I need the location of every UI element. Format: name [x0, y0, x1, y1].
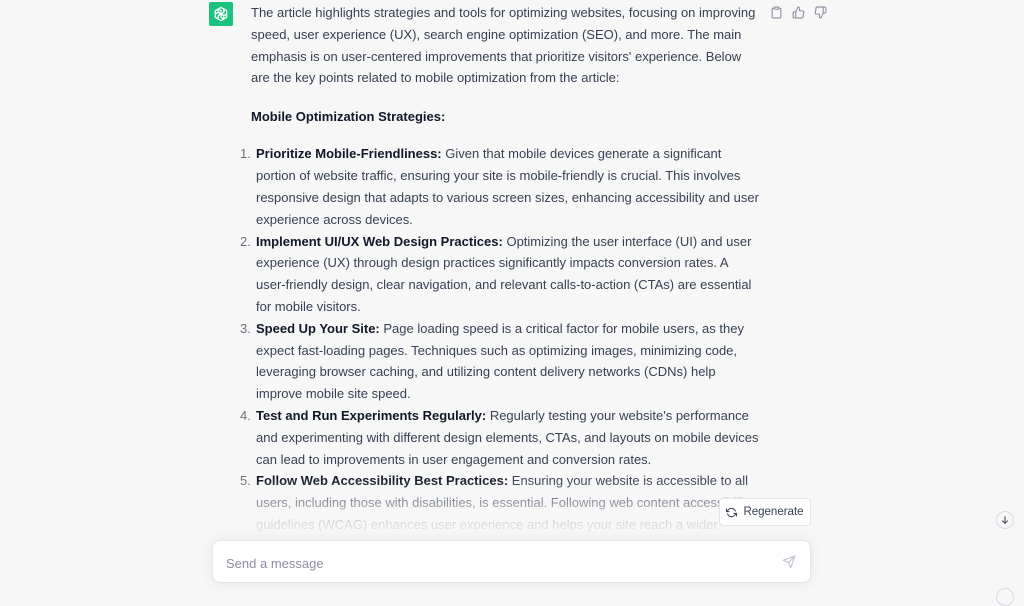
list-number: 3.	[240, 320, 251, 336]
clipboard-icon	[771, 6, 781, 18]
list-number: 4.	[240, 408, 251, 424]
list-item: 1. Prioritize Mobile-Friendliness: Given…	[240, 143, 761, 230]
composer	[212, 540, 811, 583]
copy-button[interactable]	[768, 4, 784, 20]
thumbs-down-icon	[814, 6, 826, 18]
list-item: 3. Speed Up Your Site: Page loading spee…	[240, 318, 761, 405]
assistant-message: The article highlights strategies and to…	[240, 2, 761, 558]
list-item-title: Implement UI/UX Web Design Practices:	[256, 233, 503, 249]
list-item-title: Test and Run Experiments Regularly:	[256, 408, 487, 424]
list-item: 4. Test and Run Experiments Regularly: R…	[240, 405, 761, 470]
send-button[interactable]	[781, 554, 797, 570]
message-input[interactable]	[224, 552, 768, 574]
list-item-title: Speed Up Your Site:	[256, 320, 380, 336]
help-button[interactable]	[996, 588, 1014, 606]
regenerate-button[interactable]: Regenerate	[719, 498, 811, 526]
like-button[interactable]	[790, 4, 806, 20]
list-item: 2. Implement UI/UX Web Design Practices:…	[240, 231, 761, 318]
assistant-avatar	[209, 2, 233, 26]
send-icon	[782, 555, 796, 569]
regenerate-label: Regenerate	[743, 506, 804, 518]
scroll-to-bottom-button[interactable]	[996, 511, 1014, 529]
section-heading: Mobile Optimization Strategies:	[251, 108, 446, 124]
openai-logo-icon	[214, 6, 228, 22]
refresh-icon	[726, 507, 738, 517]
list-number: 2.	[240, 233, 251, 249]
strategies-list: 1. Prioritize Mobile-Friendliness: Given…	[240, 143, 761, 557]
arrow-down-icon	[1002, 516, 1008, 524]
list-item-title: Follow Web Accessibility Best Practices:	[256, 473, 509, 489]
list-number: 1.	[240, 146, 251, 162]
dislike-button[interactable]	[812, 4, 828, 20]
list-item-title: Prioritize Mobile-Friendliness:	[256, 146, 442, 162]
thumbs-up-icon	[792, 6, 804, 18]
message-actions	[768, 4, 828, 20]
message-intro: The article highlights strategies and to…	[251, 5, 756, 86]
